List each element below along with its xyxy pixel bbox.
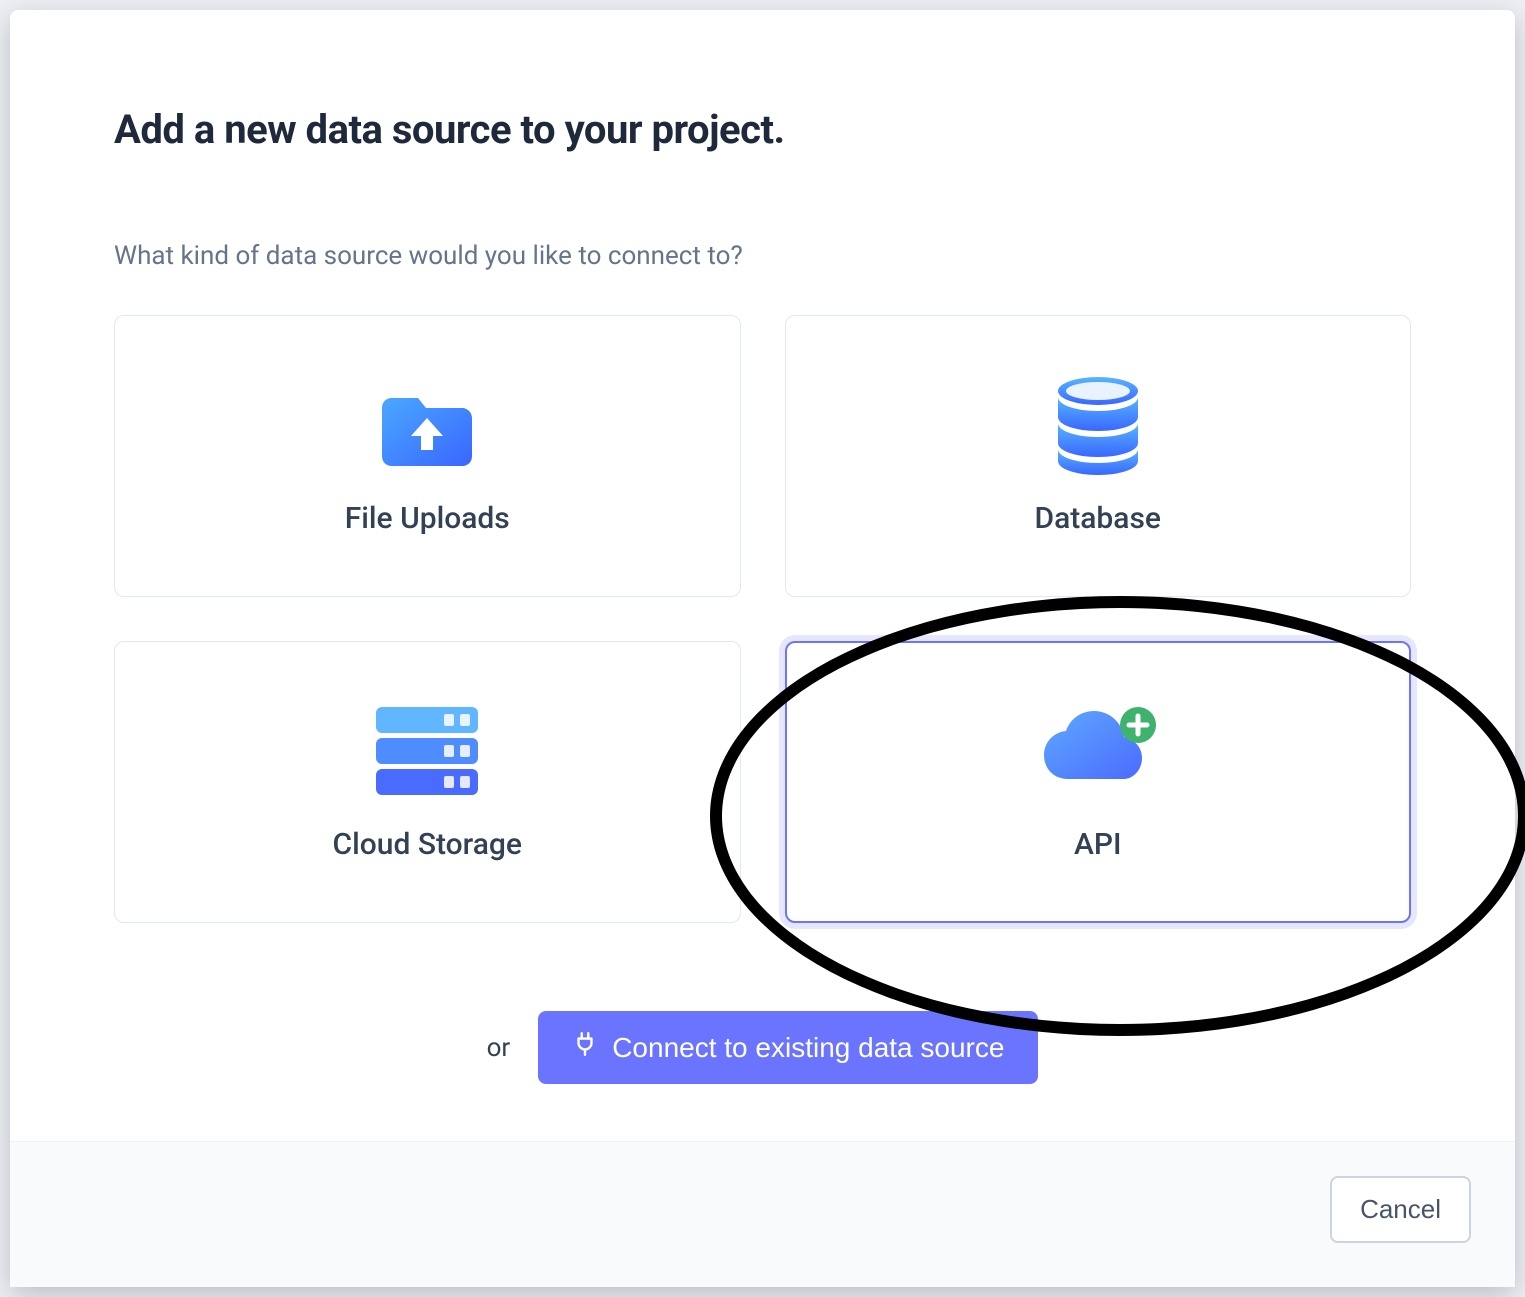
connect-existing-label: Connect to existing data source [612,1032,1004,1064]
alternative-row: or Connect to existing data source [114,1011,1411,1084]
cancel-button[interactable]: Cancel [1330,1176,1471,1243]
add-data-source-dialog: Add a new data source to your project. W… [10,10,1515,1287]
dialog-title: Add a new data source to your project. [114,106,1411,153]
server-stack-icon [372,703,482,799]
dialog-subtitle: What kind of data source would you like … [114,241,1411,271]
plug-icon [572,1031,598,1064]
upload-folder-icon [382,377,472,473]
or-label: or [487,1033,511,1063]
option-label: Database [1035,501,1161,536]
data-source-options-grid: File Uploads [114,315,1411,923]
option-file-uploads[interactable]: File Uploads [114,315,741,597]
option-label: API [1074,827,1122,862]
dialog-footer: Cancel [10,1141,1515,1287]
database-icon [1054,377,1142,473]
option-database[interactable]: Database [785,315,1412,597]
connect-existing-button[interactable]: Connect to existing data source [538,1011,1038,1084]
option-api[interactable]: API [785,641,1412,923]
cloud-plus-icon [1038,703,1158,799]
option-label: File Uploads [345,501,510,536]
option-label: Cloud Storage [333,827,522,862]
option-cloud-storage[interactable]: Cloud Storage [114,641,741,923]
dialog-body: Add a new data source to your project. W… [10,10,1515,1141]
